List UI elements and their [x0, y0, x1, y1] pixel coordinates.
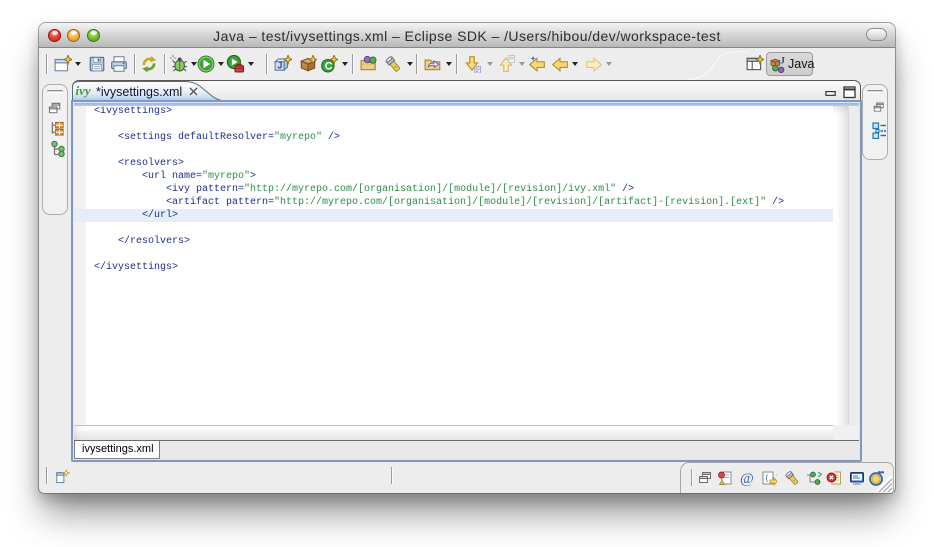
- svg-text:ivy: ivy: [76, 83, 91, 98]
